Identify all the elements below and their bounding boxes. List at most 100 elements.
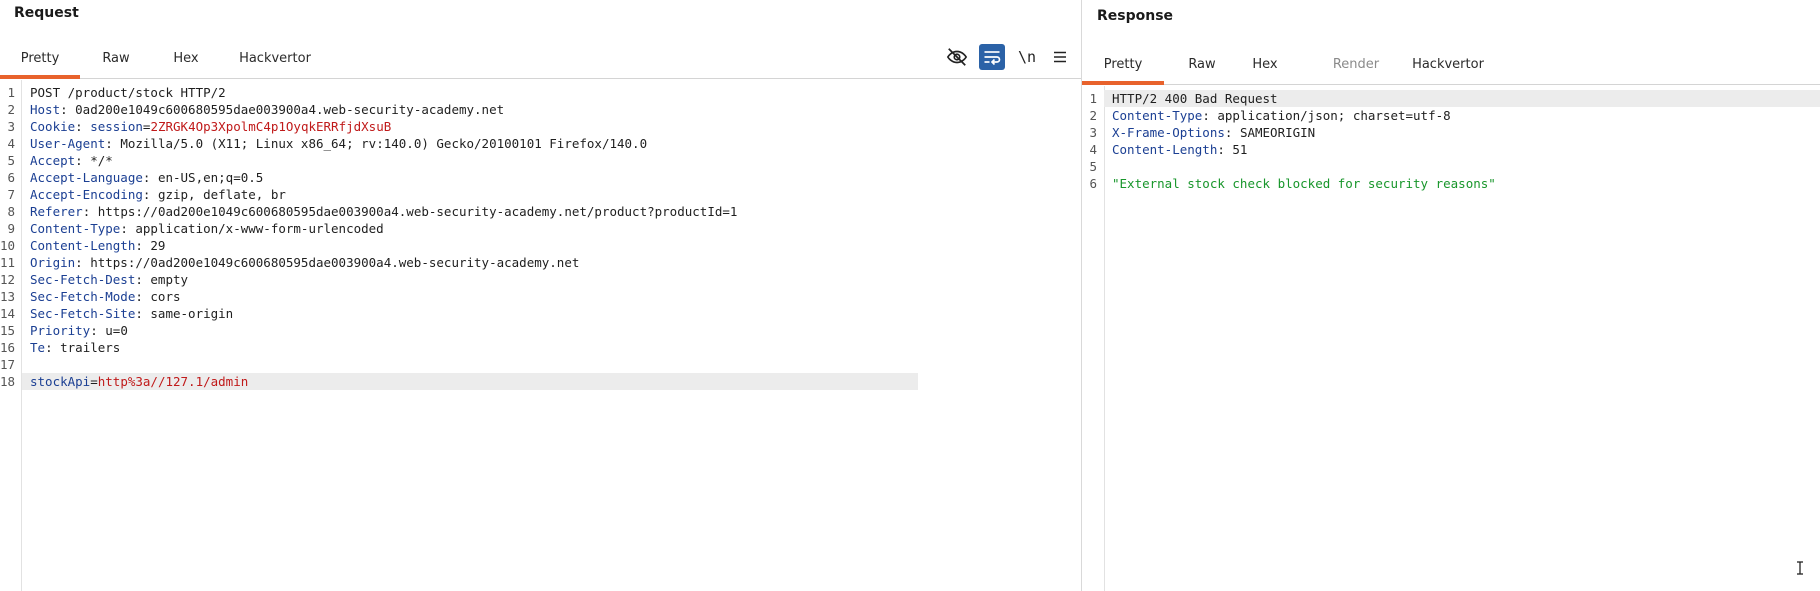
- line-number: 13: [0, 289, 16, 304]
- request-editor[interactable]: 1 POST /product/stock HTTP/2 2 Host: 0ad200…: [0, 80, 1081, 591]
- line-text: : application/json; charset=utf-8: [1202, 108, 1451, 123]
- response-tab-hackvertor[interactable]: Hackvertor: [1408, 46, 1488, 83]
- header-name: Content-Length: [1112, 142, 1218, 157]
- request-tab-pretty[interactable]: Pretty: [0, 40, 80, 79]
- request-line-content: Origin: https://0ad200e1049c600680595dae…: [30, 254, 579, 271]
- header-name: Sec-Fetch-Site: [30, 306, 136, 321]
- header-name: Accept-Encoding: [30, 187, 143, 202]
- request-line: 8 Referer: https://0ad200e1049c600680595d…: [0, 203, 1081, 220]
- header-name: User-Agent: [30, 136, 106, 151]
- line-number: 7: [7, 187, 15, 202]
- line-text: : u=0: [90, 323, 128, 338]
- word-wrap-icon[interactable]: [979, 44, 1005, 70]
- request-tabbar: Pretty Raw Hex Hackvertor \n: [0, 40, 1081, 79]
- header-name: stockApi: [30, 374, 91, 389]
- request-line-content: Cookie: session=2ZRGK4Op3XpolmC4p1OyqkER…: [30, 118, 391, 135]
- request-line: 6 Accept-Language: en-US,en;q=0.5: [0, 169, 1081, 186]
- response-line-content: "External stock check blocked for securi…: [1112, 175, 1496, 192]
- line-number: 5: [1089, 159, 1097, 174]
- hamburger-menu-icon[interactable]: [1047, 44, 1073, 70]
- line-number: 14: [0, 306, 16, 321]
- line-text: HTTP/2 400 Bad Request: [1112, 91, 1278, 106]
- line-text: : empty: [135, 272, 189, 287]
- newline-toggle-icon[interactable]: \n: [1014, 44, 1040, 70]
- request-line-content: Accept: */*: [30, 152, 113, 169]
- request-line: 13 Sec-Fetch-Mode: cors: [0, 288, 1081, 305]
- response-line-content: Content-Type: application/json; charset=…: [1112, 107, 1451, 124]
- response-line: 2 Content-Type: application/json; charset…: [1082, 107, 1820, 124]
- request-line: 5 Accept: */*: [0, 152, 1081, 169]
- response-line: 4 Content-Length: 51: [1082, 141, 1820, 158]
- line-number: 16: [0, 340, 16, 355]
- line-text: : SAMEORIGIN: [1224, 125, 1316, 140]
- line-number: 6: [7, 170, 15, 185]
- request-line-content: Content-Type: application/x-www-form-url…: [30, 220, 384, 237]
- line-text: : Mozilla/5.0 (X11; Linux x86_64; rv:140…: [105, 136, 648, 151]
- line-text: POST /product/stock HTTP/2: [30, 85, 226, 100]
- line-number: 18: [0, 374, 16, 389]
- response-tab-raw[interactable]: Raw: [1182, 46, 1222, 83]
- request-line: 4 User-Agent: Mozilla/5.0 (X11; Linux x86…: [0, 135, 1081, 152]
- newline-label: \n: [1017, 48, 1037, 66]
- response-tab-render[interactable]: Render: [1321, 46, 1391, 83]
- header-name: Referer: [30, 204, 83, 219]
- line-text: : application/x-www-form-urlencoded: [120, 221, 384, 236]
- header-name: Origin: [30, 255, 76, 270]
- eye-off-icon[interactable]: [944, 44, 970, 70]
- line-text: : 0ad200e1049c600680595dae003900a4.web-s…: [60, 102, 505, 117]
- request-line: 16 Te: trailers: [0, 339, 1081, 356]
- response-pane: Response Pretty Raw Hex Render Hackverto…: [1082, 0, 1820, 591]
- line-text: =: [90, 374, 98, 389]
- request-line-content: Sec-Fetch-Mode: cors: [30, 288, 181, 305]
- line-text: : gzip, deflate, br: [142, 187, 286, 202]
- body-string: "External stock check blocked for securi…: [1112, 176, 1496, 191]
- response-tab-pretty[interactable]: Pretty: [1082, 46, 1164, 85]
- response-editor[interactable]: 1 HTTP/2 400 Bad Request 2 Content-Type: ap…: [1082, 86, 1820, 591]
- request-lines: 1 POST /product/stock HTTP/2 2 Host: 0ad200…: [0, 84, 1081, 390]
- request-line-content: Referer: https://0ad200e1049c600680595da…: [30, 203, 737, 220]
- request-tab-hackvertor[interactable]: Hackvertor: [235, 40, 315, 77]
- header-name: Accept: [30, 153, 76, 168]
- param-value: 2ZRGK4Op3XpolmC4p1OyqkERRfjdXsuB: [150, 119, 392, 134]
- request-line-content: stockApi=http%3a//127.1/admin: [30, 373, 248, 390]
- request-line: 14 Sec-Fetch-Site: same-origin: [0, 305, 1081, 322]
- request-title: Request: [14, 5, 79, 21]
- request-line-content: Host: 0ad200e1049c600680595dae003900a4.w…: [30, 101, 504, 118]
- line-number: 3: [7, 119, 15, 134]
- request-line: 7 Accept-Encoding: gzip, deflate, br: [0, 186, 1081, 203]
- header-name: Sec-Fetch-Dest: [30, 272, 136, 287]
- request-line: 10 Content-Length: 29: [0, 237, 1081, 254]
- line-text: : */*: [75, 153, 113, 168]
- request-tab-hex[interactable]: Hex: [167, 40, 205, 77]
- line-text: : 51: [1217, 142, 1248, 157]
- line-number: 11: [0, 255, 16, 270]
- line-text: : cors: [135, 289, 181, 304]
- line-text: : 29: [135, 238, 166, 253]
- param-value: http%3a//127.1/admin: [97, 374, 249, 389]
- line-number: 3: [1089, 125, 1097, 140]
- line-number: 2: [7, 102, 15, 117]
- request-line: 12 Sec-Fetch-Dest: empty: [0, 271, 1081, 288]
- request-line-content: POST /product/stock HTTP/2: [30, 84, 226, 101]
- response-line: 1 HTTP/2 400 Bad Request: [1082, 90, 1820, 107]
- header-name: Host: [30, 102, 61, 117]
- response-tab-hex[interactable]: Hex: [1245, 46, 1285, 83]
- header-name: Priority: [30, 323, 91, 338]
- request-line-content: Sec-Fetch-Dest: empty: [30, 271, 188, 288]
- line-number: 1: [1089, 91, 1097, 106]
- text-cursor-icon: [1795, 560, 1805, 580]
- request-line: 3 Cookie: session=2ZRGK4Op3XpolmC4p1OyqkE…: [0, 118, 1081, 135]
- request-line: 17: [0, 356, 1081, 373]
- response-line: 5: [1082, 158, 1820, 175]
- request-line-content: Sec-Fetch-Site: same-origin: [30, 305, 233, 322]
- line-text: : same-origin: [135, 306, 234, 321]
- line-text: : trailers: [45, 340, 121, 355]
- line-number: 17: [0, 357, 16, 372]
- request-tab-raw[interactable]: Raw: [97, 40, 135, 77]
- request-line: 18 stockApi=http%3a//127.1/admin: [0, 373, 1081, 390]
- response-line: 3 X-Frame-Options: SAMEORIGIN: [1082, 124, 1820, 141]
- request-line-content: Priority: u=0: [30, 322, 128, 339]
- header-name: Te: [30, 340, 46, 355]
- line-number: 4: [1089, 142, 1097, 157]
- line-text: : en-US,en;q=0.5: [142, 170, 264, 185]
